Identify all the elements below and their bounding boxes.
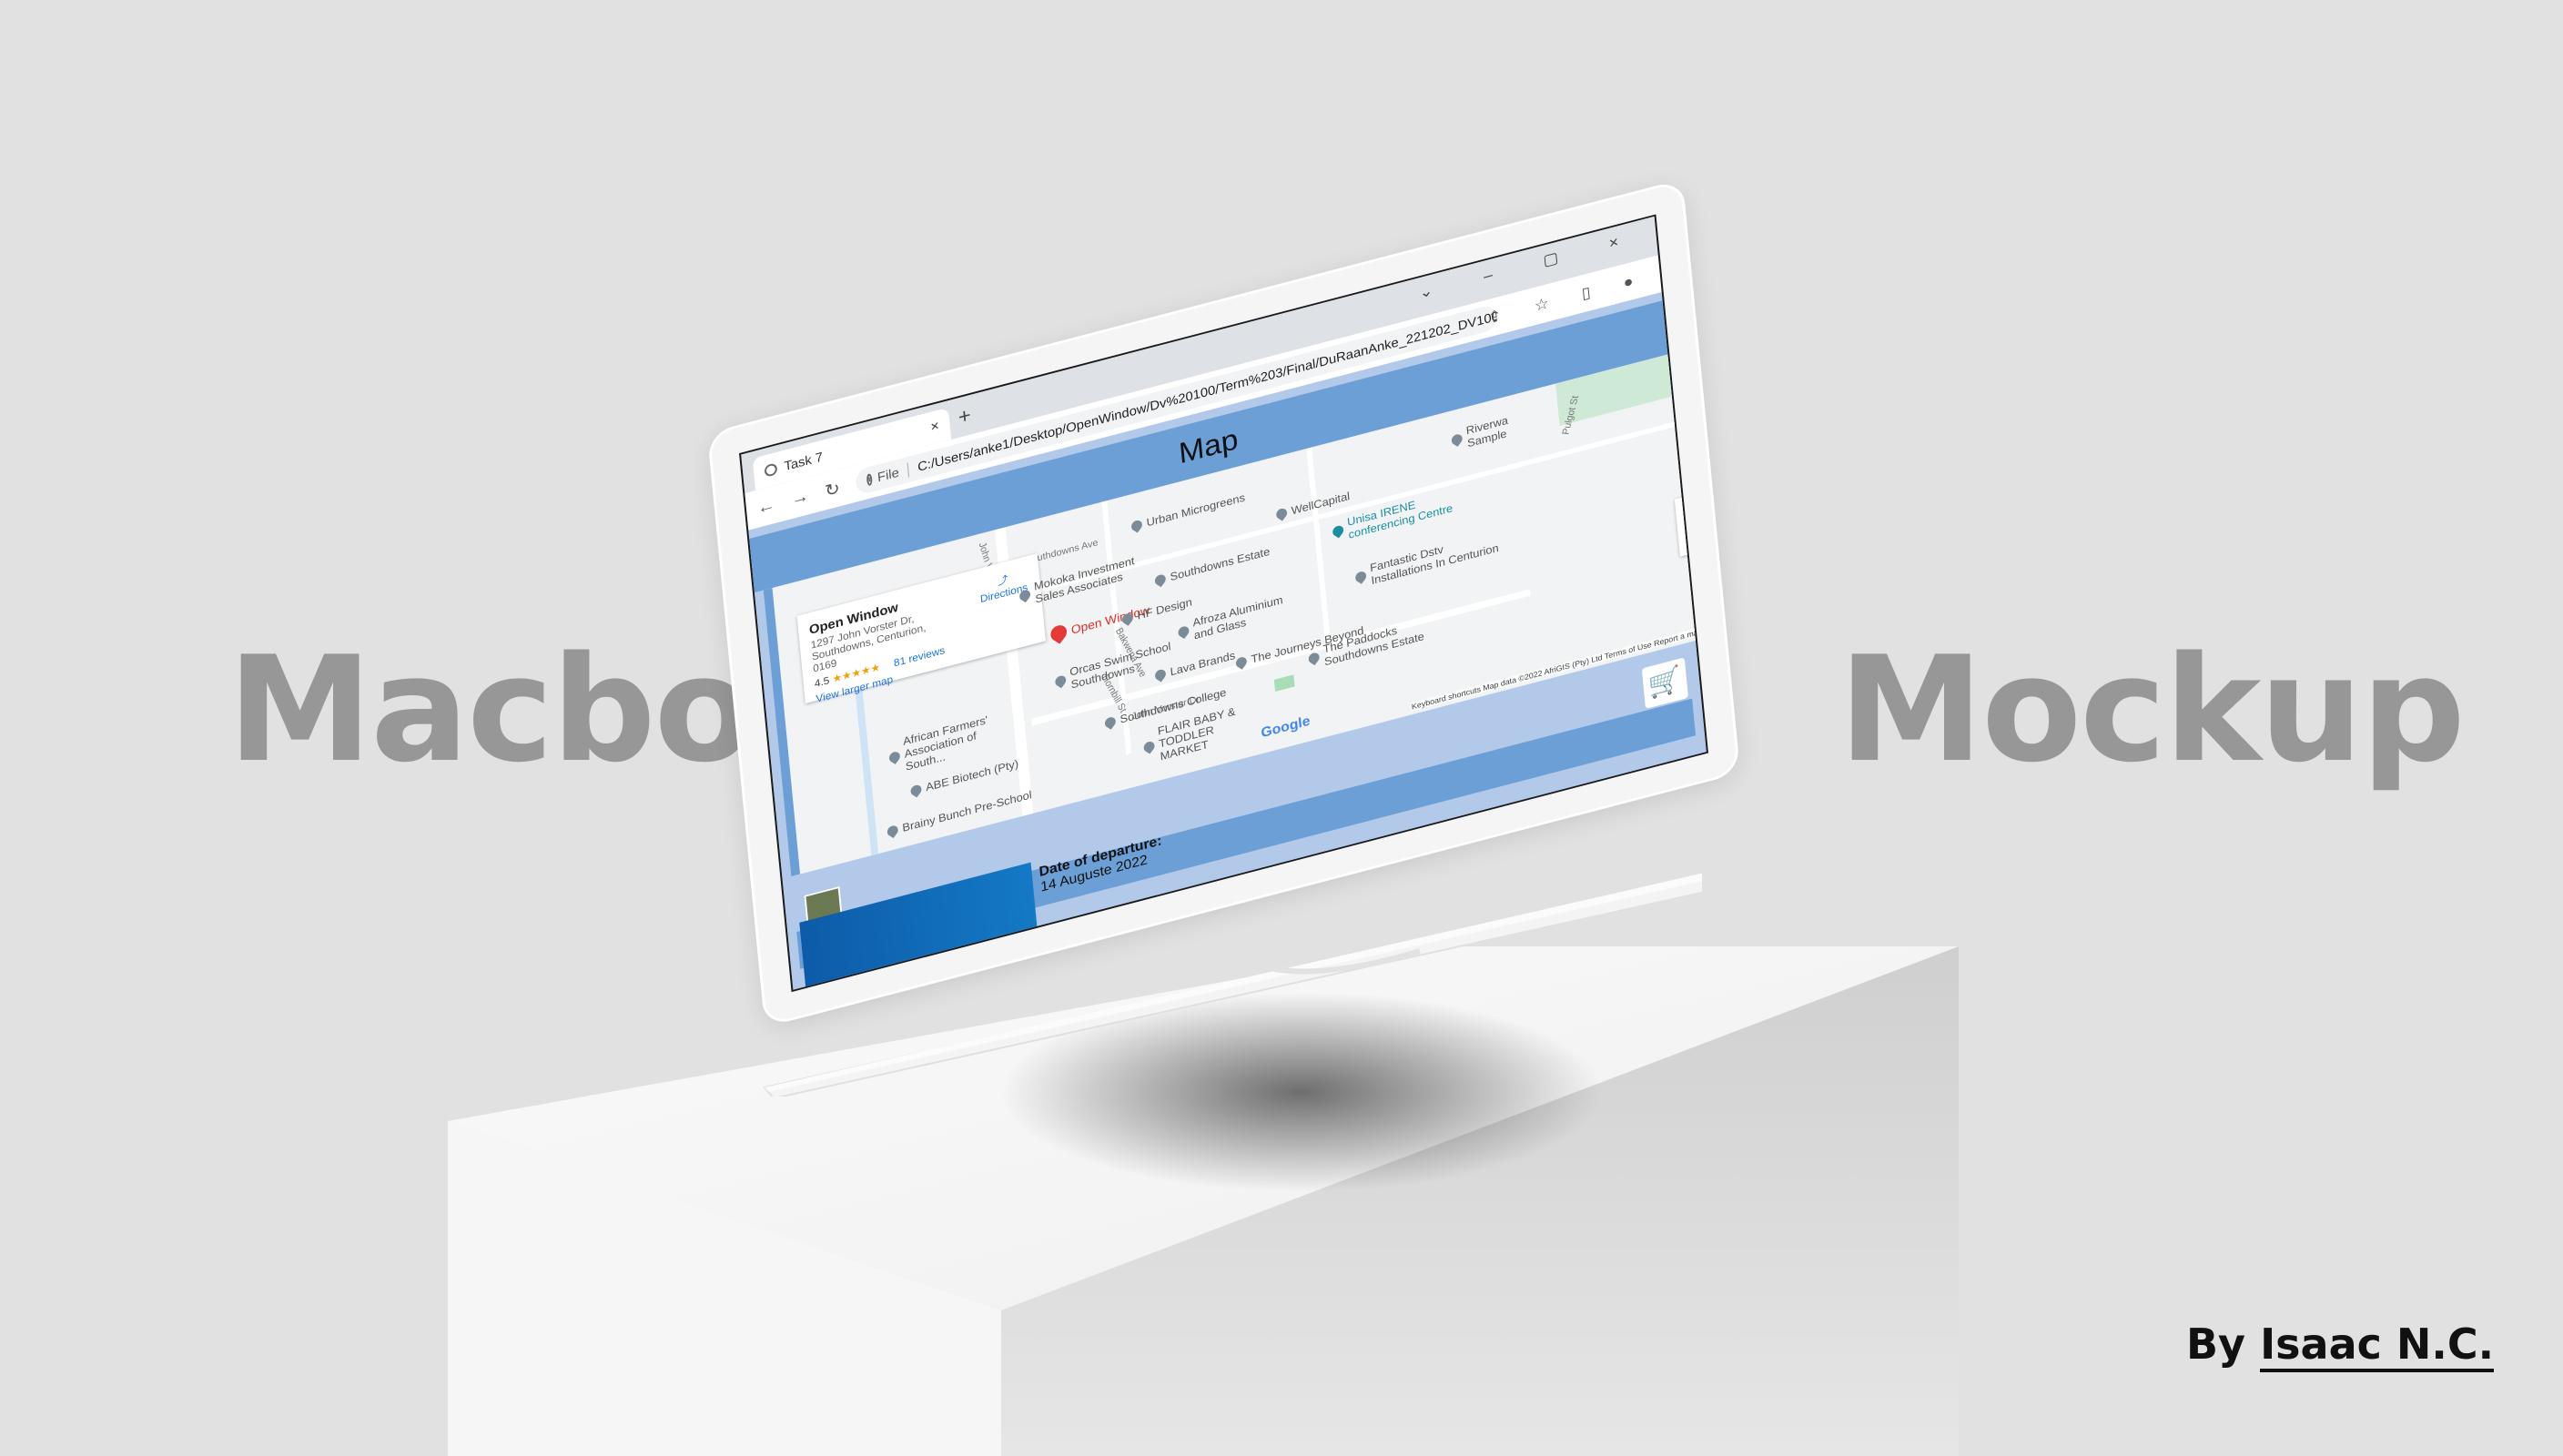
map-pin-icon	[1047, 622, 1070, 644]
map-pin[interactable]: Fantastic Dstv Installations In Centurio…	[1352, 526, 1508, 591]
forward-icon[interactable]: →	[790, 486, 810, 510]
rating-value: 4.5	[814, 673, 830, 691]
map-pin-icon	[1152, 571, 1169, 587]
map-pin-icon	[1102, 714, 1119, 730]
reload-icon[interactable]: ↻	[824, 477, 841, 501]
map-pin-icon	[885, 823, 901, 838]
screen: Task 7 × + ⌄ – ▢ × ← → ↻ i File C:/Users…	[739, 214, 1708, 993]
laptop-lid: Task 7 × + ⌄ – ▢ × ← → ↻ i File C:/Users…	[710, 182, 1738, 1025]
laptop: Task 7 × + ⌄ – ▢ × ← → ↻ i File C:/Users…	[710, 177, 1738, 1097]
map-park	[1273, 674, 1295, 692]
new-tab-button[interactable]: +	[957, 403, 972, 430]
map-pin[interactable]: Southdowns Estate	[1152, 545, 1271, 588]
info-icon[interactable]: i	[866, 472, 873, 487]
back-icon[interactable]: ←	[756, 495, 776, 519]
map-pin-icon	[1352, 570, 1369, 584]
map-pin-icon	[886, 749, 903, 764]
url-scheme: File	[876, 462, 910, 485]
map-pin-icon	[1017, 588, 1033, 603]
map-pin-icon	[1233, 654, 1250, 670]
author-credit: By Isaac N.C.	[2186, 1320, 2495, 1372]
map-pin-icon	[1119, 611, 1136, 626]
map-pin-icon	[908, 783, 924, 797]
headline-right: Mockup	[1839, 624, 2466, 794]
map-pin-icon	[1129, 518, 1145, 533]
map-pin-icon	[1152, 667, 1169, 682]
map-pin-icon	[1273, 506, 1290, 521]
map-pin-icon	[1330, 523, 1346, 539]
map-pin[interactable]: Afroza Aluminium and Glass	[1176, 592, 1286, 645]
map-pin-icon	[1141, 739, 1157, 754]
google-logo: Google	[1260, 713, 1312, 742]
close-tab-icon[interactable]: ×	[930, 419, 940, 436]
credit-name[interactable]: Isaac N.C.	[2260, 1320, 2495, 1372]
place-info-card: Open Window 1297 John Vorster Dr, Southd…	[796, 553, 1046, 705]
map-pin[interactable]: Riverwa Sample	[1449, 410, 1525, 453]
globe-icon	[764, 462, 778, 478]
map-pin[interactable]: Brainy Bunch Pre-School	[885, 788, 1032, 838]
map-pin-icon	[1449, 432, 1465, 447]
tab-title: Task 7	[783, 449, 824, 474]
map-pin-icon	[1053, 673, 1069, 689]
credit-by: By	[2186, 1320, 2246, 1369]
map-pin[interactable]: Urban Microgreens	[1129, 490, 1245, 533]
map-pin-icon	[1306, 651, 1322, 666]
